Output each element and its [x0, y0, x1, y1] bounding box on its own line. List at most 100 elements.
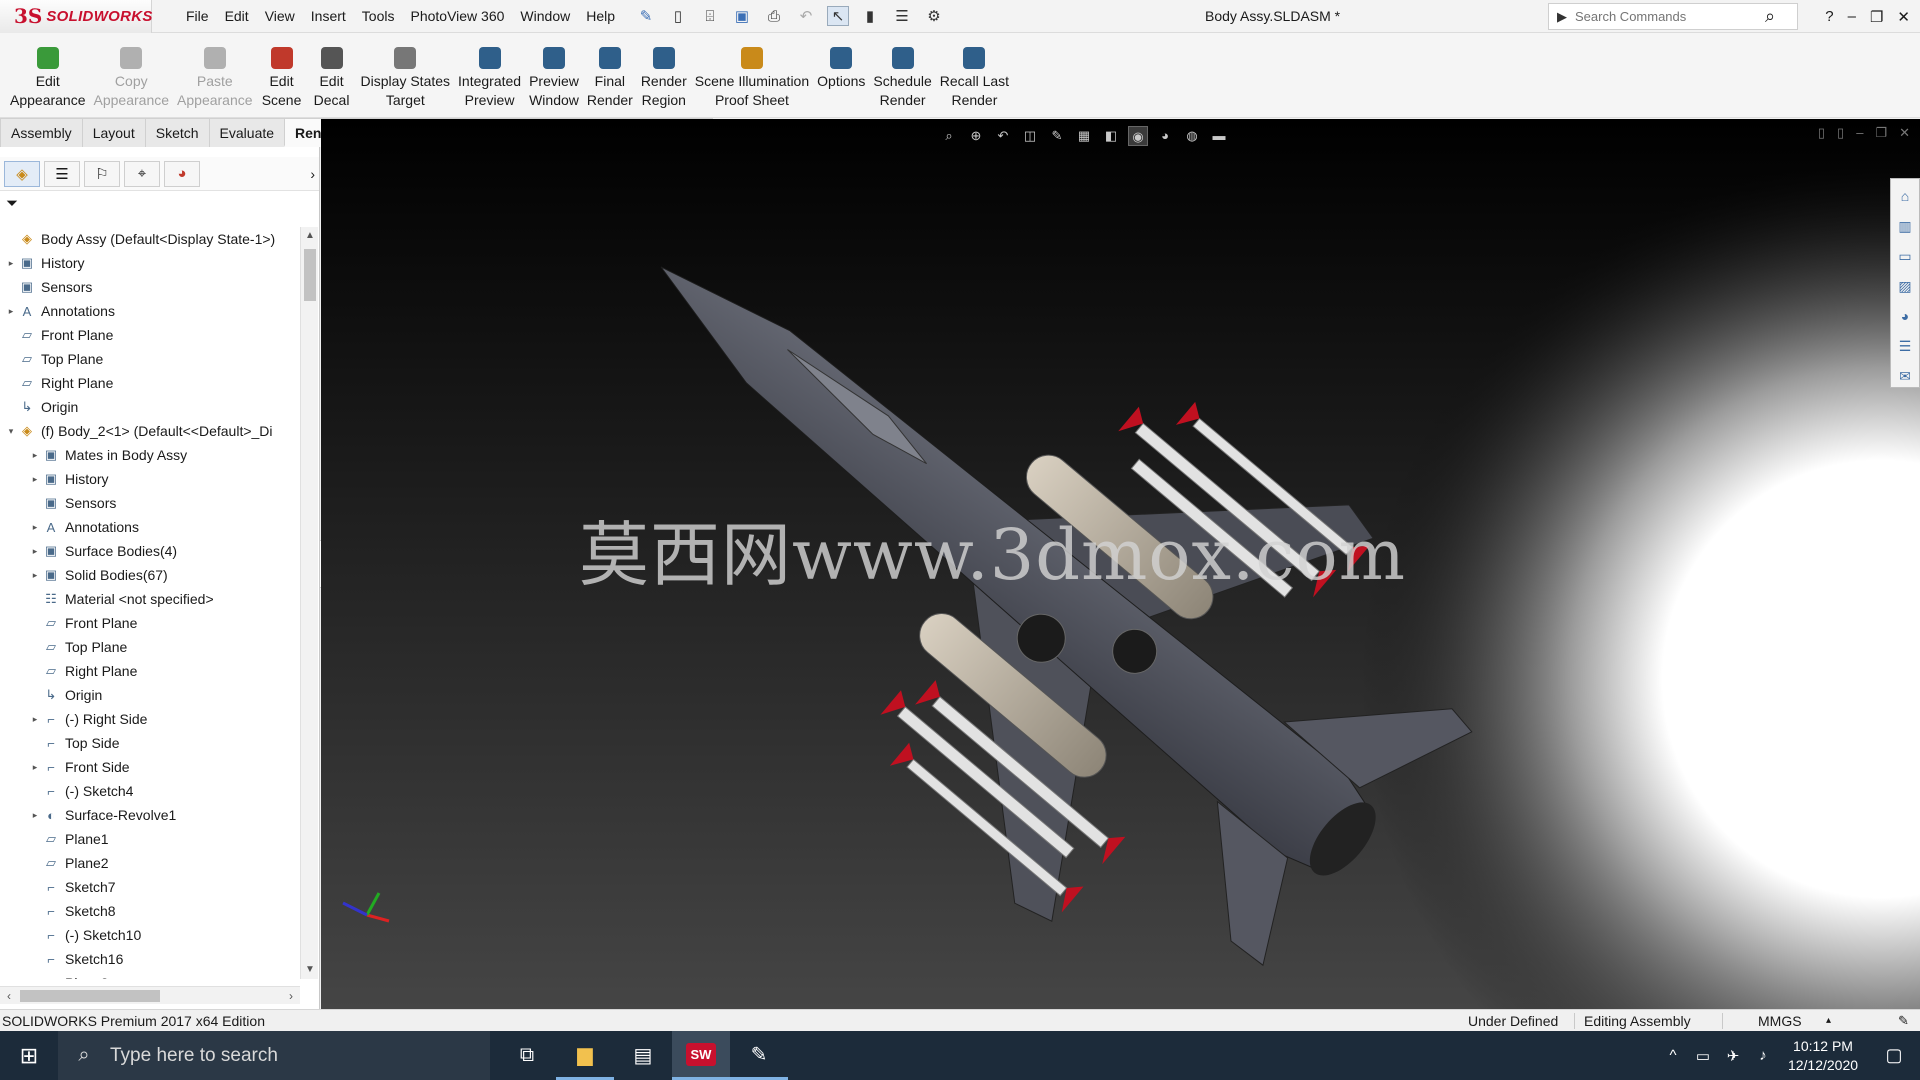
clock[interactable]: 10:12 PM 12/12/2020 [1778, 1037, 1868, 1075]
panel-expand-chevron-icon[interactable]: › [310, 166, 315, 182]
taskbar-search[interactable]: ⌕ Type here to search [58, 1031, 490, 1080]
file-explorer-icon[interactable]: ▭ [1894, 245, 1916, 267]
expand-toggle-icon[interactable]: ▸ [28, 762, 42, 773]
tree-node[interactable]: ☷ Material <not specified> [0, 587, 300, 611]
tree-node[interactable]: ▱ Plane1 [0, 827, 300, 851]
tree-vertical-scrollbar[interactable]: ▲ ▼ [300, 227, 318, 979]
windows-start-icon[interactable]: ⊞ [0, 1031, 58, 1080]
menu-tools[interactable]: Tools [354, 0, 403, 33]
viewport-minimize-icon[interactable]: – [1856, 125, 1863, 141]
view-orientation-icon[interactable]: ▦ [1074, 126, 1094, 146]
minimize-icon[interactable]: – [1848, 8, 1856, 25]
command-button-preview-window[interactable]: Preview Window [525, 33, 583, 110]
tab-assembly[interactable]: Assembly [0, 118, 83, 147]
display-manager-tab-icon[interactable]: ◕ [164, 160, 200, 187]
hide-show-items-icon[interactable]: ◉ [1128, 126, 1148, 146]
vertical-scroll-thumb[interactable] [304, 249, 316, 301]
photos-taskbar-icon[interactable]: ▤ [614, 1031, 672, 1080]
command-button-proof-sheet[interactable]: Scene Illumination Proof Sheet [691, 33, 813, 110]
display-style-icon[interactable]: ◧ [1101, 126, 1121, 146]
command-button-render-region[interactable]: Render Region [637, 33, 691, 110]
tree-filter[interactable]: ⏷ [0, 191, 319, 219]
close-icon[interactable]: ✕ [1897, 8, 1910, 26]
tree-node[interactable]: ⌐ (-) Sketch4 [0, 779, 300, 803]
menu-window[interactable]: Window [512, 0, 578, 33]
command-button-integrated-preview[interactable]: Integrated Preview [454, 33, 525, 110]
command-button-display-states[interactable]: Display States Target [357, 33, 454, 110]
rebuild-icon[interactable]: ▮ [859, 6, 881, 26]
print-icon[interactable]: ⎙ [763, 6, 785, 26]
menu-photoview[interactable]: PhotoView 360 [402, 0, 512, 33]
search-icon[interactable]: ⌕ [1755, 6, 1785, 27]
tree-node[interactable]: ▸ ▣ Mates in Body Assy [0, 443, 300, 467]
scroll-left-icon[interactable]: ‹ [0, 987, 18, 1005]
command-button-decal[interactable]: Edit Decal [307, 33, 357, 110]
tree-node[interactable]: ▱ Top Plane [0, 347, 300, 371]
scroll-up-icon[interactable]: ▲ [301, 227, 319, 245]
options-gear-icon[interactable]: ⚙ [923, 6, 945, 26]
viewport-close-icon[interactable]: ✕ [1899, 125, 1910, 141]
file-properties-icon[interactable]: ☰ [891, 6, 913, 26]
notifications-icon[interactable]: ▢ [1868, 1045, 1920, 1066]
dimxpert-tab-icon[interactable]: ⌖ [124, 160, 160, 187]
command-button-paste-appearance[interactable]: Paste Appearance [173, 33, 257, 110]
command-button-copy-appearance[interactable]: Copy Appearance [90, 33, 174, 110]
tree-node[interactable]: ⌐ (-) Sketch10 [0, 923, 300, 947]
tree-node[interactable]: ▸ ⌐ (-) Right Side [0, 707, 300, 731]
edit-appearance-view-icon[interactable]: ◕ [1155, 126, 1175, 146]
tray-overflow-icon[interactable]: ^ [1658, 1047, 1688, 1064]
select-icon[interactable]: ↖ [827, 6, 850, 26]
scroll-down-icon[interactable]: ▼ [301, 961, 319, 979]
tree-node[interactable]: ▸ ◐ Surface-Revolve1 [0, 803, 300, 827]
save-icon[interactable]: ▣ [731, 6, 753, 26]
tree-node[interactable]: ▱ Right Plane [0, 659, 300, 683]
expand-toggle-icon[interactable]: ▸ [28, 714, 42, 725]
tab-sketch[interactable]: Sketch [144, 118, 210, 147]
tree-node[interactable]: ▸ ▣ Surface Bodies(4) [0, 539, 300, 563]
menu-edit[interactable]: Edit [217, 0, 257, 33]
tree-node[interactable]: ▱ Plane8 [0, 971, 300, 979]
tree-horizontal-scrollbar[interactable]: ‹ › [0, 986, 300, 1004]
expand-toggle-icon[interactable]: ▸ [28, 522, 42, 533]
unit-system[interactable]: MMGS [1758, 1010, 1802, 1032]
new-document-icon[interactable]: ▯ [667, 6, 689, 26]
home-icon[interactable]: ⌂ [1894, 185, 1916, 207]
airplane-mode-icon[interactable]: ✈ [1718, 1047, 1748, 1065]
tree-node[interactable]: ▣ Sensors [0, 275, 300, 299]
menu-insert[interactable]: Insert [303, 0, 354, 33]
pin-icon[interactable]: ✎ [635, 6, 657, 26]
expand-toggle-icon[interactable]: ▾ [4, 426, 18, 437]
command-button-recall-render[interactable]: Recall Last Render [936, 33, 1013, 110]
expand-toggle-icon[interactable]: ▸ [28, 474, 42, 485]
expand-toggle-icon[interactable]: ▸ [4, 258, 18, 269]
command-button-appearance[interactable]: Edit Appearance [6, 33, 90, 110]
command-button-final-render[interactable]: Final Render [583, 33, 637, 110]
volume-icon[interactable]: ♪ [1748, 1047, 1778, 1064]
tree-node[interactable]: ▣ Sensors [0, 491, 300, 515]
tree-node[interactable]: ▸ ▣ History [0, 467, 300, 491]
battery-icon[interactable]: ▭ [1688, 1047, 1718, 1065]
command-button-options[interactable]: Options [813, 33, 869, 91]
tree-node[interactable]: ⌐ Top Side [0, 731, 300, 755]
tree-node[interactable]: ▱ Top Plane [0, 635, 300, 659]
apply-scene-icon[interactable]: ◍ [1182, 126, 1202, 146]
tree-node[interactable]: ▸ ▣ History [0, 251, 300, 275]
command-button-schedule-render[interactable]: Schedule Render [869, 33, 935, 110]
tree-node[interactable]: ⌐ Sketch8 [0, 899, 300, 923]
horizontal-scroll-thumb[interactable] [20, 990, 160, 1002]
menu-help[interactable]: Help [578, 0, 623, 33]
tree-node[interactable]: ▸ ▣ Solid Bodies(67) [0, 563, 300, 587]
tree-node[interactable]: ▸ A Annotations [0, 299, 300, 323]
tab-evaluate[interactable]: Evaluate [208, 118, 286, 147]
tree-node[interactable]: ▾ ◈ (f) Body_2<1> (Default<<Default>_Di [0, 419, 300, 443]
menu-view[interactable]: View [257, 0, 303, 33]
scroll-right-icon[interactable]: › [282, 987, 300, 1005]
expand-toggle-icon[interactable]: ▸ [28, 546, 42, 557]
menu-file[interactable]: File [178, 0, 217, 33]
tree-node[interactable]: ▱ Front Plane [0, 611, 300, 635]
expand-toggle-icon[interactable]: ▸ [28, 450, 42, 461]
solidworks-taskbar-icon[interactable]: SW [672, 1031, 730, 1080]
open-icon[interactable]: ⌹ [699, 6, 721, 26]
zoom-to-area-icon[interactable]: ⊕ [966, 126, 986, 146]
view-settings-icon[interactable]: ▬ [1209, 126, 1229, 146]
